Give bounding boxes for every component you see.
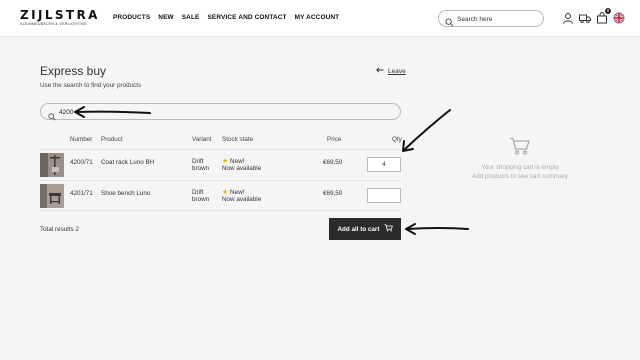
brand-name: ZIJLSTRA xyxy=(20,8,100,22)
column-header-price: Price xyxy=(327,136,342,143)
quantity-input[interactable] xyxy=(367,157,401,172)
add-all-label: Add all to cart xyxy=(337,225,380,233)
nav-products[interactable]: PRODUCTS xyxy=(113,14,150,21)
variant-line: brown xyxy=(192,196,210,203)
nav-service-and-contact[interactable]: SERVICE AND CONTACT xyxy=(208,14,287,21)
product-price: €69,50 xyxy=(323,190,343,197)
product-variant: Drift brown xyxy=(192,158,209,172)
column-header-qty: Qty xyxy=(392,136,402,143)
arrow-left-icon xyxy=(376,67,384,75)
variant-line: Drift xyxy=(192,158,204,165)
site-header: ZIJLSTRA KLEINMEUBELEN & VERLICHTING PRO… xyxy=(0,0,640,37)
truck-icon[interactable] xyxy=(579,11,591,24)
cart-icon xyxy=(467,137,573,160)
user-icon[interactable] xyxy=(562,11,574,24)
column-header-number: Number xyxy=(70,136,93,143)
search-icon xyxy=(445,14,454,32)
header-icons: 0 xyxy=(562,8,625,24)
cart-icon xyxy=(384,224,393,234)
header-search-input[interactable] xyxy=(457,14,537,24)
leave-label: Leave xyxy=(388,67,406,75)
column-header-stock-state: Stock state xyxy=(222,136,254,143)
stock-new-label: New! xyxy=(230,158,245,165)
variant-line: brown xyxy=(192,165,210,172)
product-number: 4201/71 xyxy=(70,190,93,197)
product-price: €69,50 xyxy=(323,159,343,166)
stock-availability: Now available xyxy=(222,165,262,172)
product-search-input[interactable] xyxy=(59,107,259,117)
annotation-arrow-qty xyxy=(403,109,451,151)
product-search[interactable] xyxy=(40,103,401,121)
uk-flag-icon[interactable] xyxy=(613,11,625,24)
add-all-to-cart-button[interactable]: Add all to cart xyxy=(329,218,401,240)
column-header-variant: Variant xyxy=(192,136,212,143)
search-icon xyxy=(48,108,56,126)
stock-availability: Now available xyxy=(222,196,262,203)
product-number: 4200/71 xyxy=(70,159,93,166)
nav-my-account[interactable]: MY ACCOUNT xyxy=(295,14,340,21)
stock-state: ★ New! Now available xyxy=(222,158,261,172)
annotation-arrow-add-head xyxy=(405,223,416,235)
star-icon: ★ xyxy=(222,189,229,196)
product-thumbnail[interactable] xyxy=(40,153,64,177)
annotation-arrow-qty-head xyxy=(402,140,414,152)
cart-count-badge: 0 xyxy=(605,8,611,14)
brand-logo[interactable]: ZIJLSTRA KLEINMEUBELEN & VERLICHTING xyxy=(20,9,100,27)
header-search[interactable] xyxy=(438,10,544,27)
empty-cart-panel: Your shopping cart is empty Add products… xyxy=(467,137,573,181)
main-nav: PRODUCTS NEW SALE SERVICE AND CONTACT MY… xyxy=(113,14,339,21)
product-thumbnail[interactable] xyxy=(40,184,64,208)
column-header-product: Product xyxy=(101,136,123,143)
page-title: Express buy xyxy=(40,64,107,78)
table-row: 4201/71 Shoe bench Luno Drift brown ★ Ne… xyxy=(40,180,401,211)
quantity-input[interactable] xyxy=(367,188,401,203)
nav-sale[interactable]: SALE xyxy=(182,14,200,21)
stock-new-label: New! xyxy=(230,189,245,196)
total-results: Total results 2 xyxy=(40,226,79,233)
brand-tagline: KLEINMEUBELEN & VERLICHTING xyxy=(20,22,87,26)
product-variant: Drift brown xyxy=(192,189,209,203)
star-icon: ★ xyxy=(222,158,229,165)
variant-line: Drift xyxy=(192,189,204,196)
annotation-arrow-add xyxy=(406,227,469,230)
cart-icon[interactable]: 0 xyxy=(596,8,611,24)
empty-cart-message: Your shopping cart is empty xyxy=(481,164,559,171)
empty-cart-hint: Add products to see cart summary xyxy=(472,173,568,180)
leave-link[interactable]: Leave xyxy=(376,67,406,75)
nav-new[interactable]: NEW xyxy=(158,14,173,21)
product-name[interactable]: Shoe bench Luno xyxy=(101,190,150,197)
page-subtitle: Use the search to find your products xyxy=(40,82,142,89)
stock-state: ★ New! Now available xyxy=(222,189,261,203)
table-row: 4200/71 Coat rack Luno BH Drift brown ★ … xyxy=(40,149,401,180)
product-name[interactable]: Coat rack Luno BH xyxy=(101,159,154,166)
